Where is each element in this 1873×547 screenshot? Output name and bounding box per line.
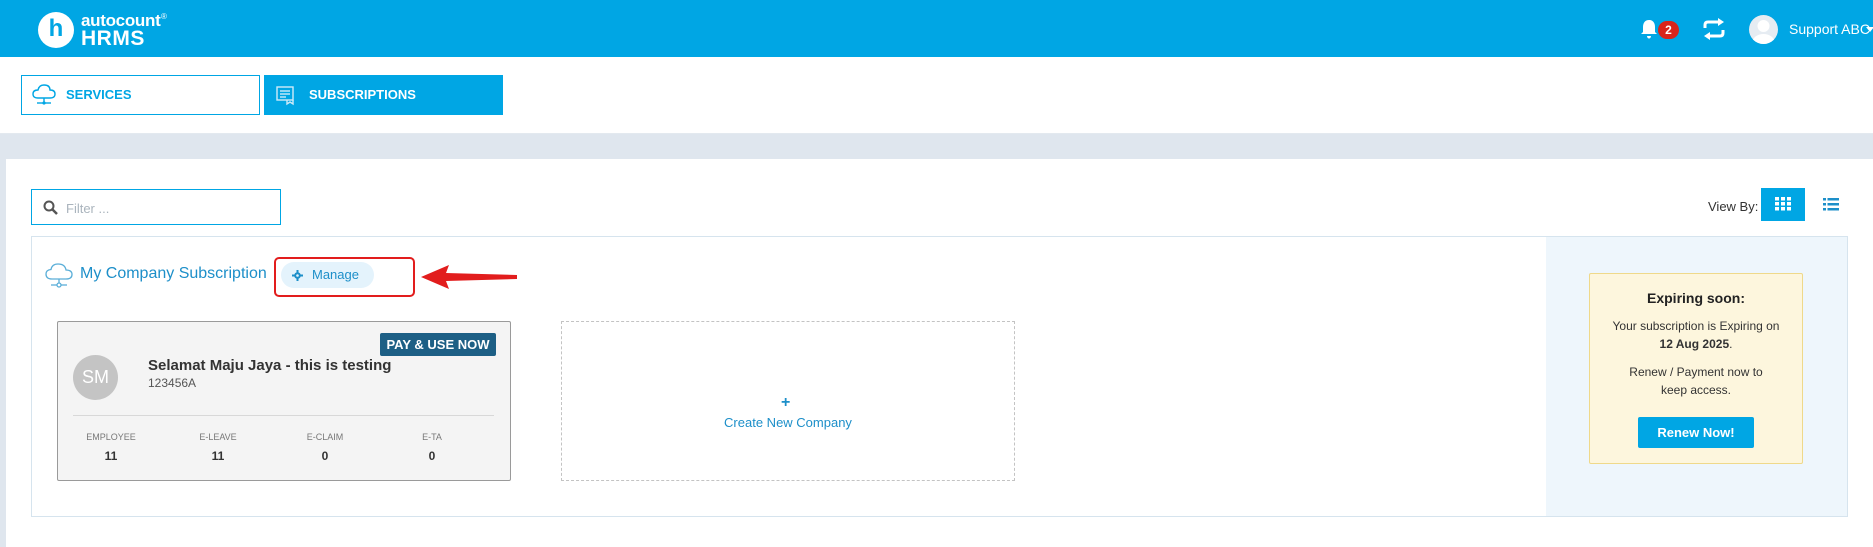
company-code: 123456A <box>148 376 197 390</box>
expiring-date-suffix: . <box>1729 337 1733 351</box>
stat-employee-value: 11 <box>104 449 118 463</box>
expiring-date: 12 Aug 2025 <box>1659 337 1730 351</box>
view-by-label: View By: <box>1708 199 1759 214</box>
logo-mark[interactable]: h <box>38 12 74 48</box>
tab-subscriptions[interactable]: SUBSCRIPTIONS <box>264 75 503 115</box>
stat-eclaim-value: 0 <box>321 449 329 463</box>
filter-field[interactable] <box>31 189 281 225</box>
stat-eleave-value: 11 <box>211 449 225 463</box>
renew-instruction-line2: keep access. <box>1660 383 1732 397</box>
cloud-icon <box>32 84 56 105</box>
subscription-icon <box>276 86 294 106</box>
arrow-annotation-icon <box>421 265 517 289</box>
expiring-message: Your subscription is Expiring on <box>1612 319 1780 333</box>
bell-icon[interactable] <box>1640 19 1658 39</box>
manage-button[interactable]: Manage <box>281 262 374 288</box>
renew-now-button[interactable]: Renew Now! <box>1638 417 1754 448</box>
view-grid-button[interactable] <box>1761 188 1805 221</box>
top-bar <box>0 0 1873 57</box>
stat-eta-value: 0 <box>428 449 436 463</box>
company-avatar: SM <box>73 355 118 400</box>
notification-count-badge: 2 <box>1658 21 1679 39</box>
create-company-label[interactable]: Create New Company <box>700 415 876 430</box>
plus-icon[interactable]: + <box>781 394 790 412</box>
company-name[interactable]: Selamat Maju Jaya - this is testing <box>148 357 391 374</box>
user-name[interactable]: Support ABC <box>1789 21 1870 37</box>
stat-eclaim-label: E-CLAIM <box>306 432 344 442</box>
expiring-date-line: 12 Aug 2025. <box>1589 337 1803 351</box>
user-avatar[interactable] <box>1749 15 1778 44</box>
manage-button-label: Manage <box>312 267 359 282</box>
caret-down-icon[interactable] <box>1866 27 1873 32</box>
cloud-network-icon <box>45 263 73 288</box>
logo-wordmark-bottom: HRMS <box>81 27 145 50</box>
status-badge[interactable]: PAY & USE NOW <box>380 333 496 356</box>
tab-subscriptions-label: SUBSCRIPTIONS <box>309 87 416 102</box>
tab-services-label: SERVICES <box>66 87 132 102</box>
gear-icon <box>292 270 303 281</box>
tab-services[interactable]: SERVICES <box>21 75 260 115</box>
card-divider <box>73 415 494 416</box>
filter-input[interactable] <box>66 198 271 218</box>
expiring-title: Expiring soon: <box>1647 290 1745 306</box>
renew-instruction-line1: Renew / Payment now to <box>1629 365 1763 379</box>
view-list-button[interactable] <box>1812 188 1850 221</box>
grid-icon <box>1775 197 1791 211</box>
tab-strip: SERVICES SUBSCRIPTIONS <box>0 57 1873 134</box>
logo-registered-mark: ® <box>161 12 167 21</box>
search-icon <box>43 200 58 215</box>
sync-icon[interactable] <box>1701 18 1727 40</box>
user-silhouette-icon <box>1752 20 1775 44</box>
list-icon <box>1823 198 1839 211</box>
section-title: My Company Subscription <box>80 265 267 282</box>
stat-employee-label: EMPLOYEE <box>86 432 136 442</box>
stat-eta-label: E-TA <box>422 432 442 442</box>
stat-eleave-label: E-LEAVE <box>199 432 237 442</box>
